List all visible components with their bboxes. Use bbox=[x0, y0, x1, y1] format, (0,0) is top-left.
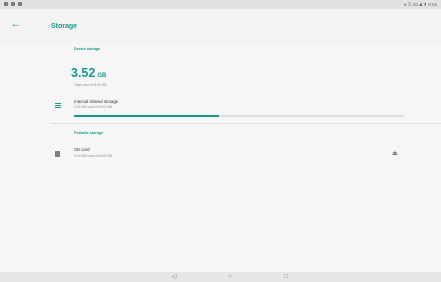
app-bar: ← Storage bbox=[0, 9, 441, 42]
sd-card-title: SD card bbox=[74, 147, 90, 152]
notification-icons bbox=[4, 2, 22, 6]
notification-icon bbox=[4, 2, 8, 6]
arrow-left-icon[interactable]: ← bbox=[9, 17, 23, 31]
portable-storage-header: Portable storage bbox=[74, 131, 104, 135]
storage-content: Device storage 3.52 GB Total used of 8.00… bbox=[0, 42, 441, 272]
notification-icon bbox=[18, 2, 22, 6]
used-storage-summary: 3.52 GB bbox=[71, 66, 106, 83]
notification-icon bbox=[11, 2, 15, 6]
status-indicators: ⚹ ⊙ 3G◢ ▮ 9:56 bbox=[403, 2, 437, 7]
storage-usage-bar bbox=[74, 115, 404, 117]
home-nav-button[interactable]: ○ bbox=[225, 272, 235, 282]
section-divider bbox=[51, 123, 441, 124]
internal-storage-subtitle: 3.52 GB used of 8.00 GB bbox=[74, 105, 112, 109]
used-value: 3.52 bbox=[71, 66, 96, 80]
storage-usage-fill bbox=[74, 115, 220, 117]
page-title: Storage bbox=[51, 23, 78, 30]
eject-icon[interactable]: ⏏ bbox=[392, 151, 398, 157]
total-used-caption: Total used of 8.00 GB bbox=[74, 83, 107, 87]
navigation-bar: ◁ ○ □ bbox=[0, 272, 441, 282]
internal-storage-title: Internal shared storage bbox=[74, 99, 119, 104]
used-unit: GB bbox=[97, 73, 107, 79]
device-storage-header: Device storage bbox=[74, 47, 101, 51]
status-bar: ⚹ ⊙ 3G◢ ▮ 9:56 bbox=[0, 0, 441, 9]
recents-nav-button[interactable]: □ bbox=[281, 272, 291, 282]
sd-card-subtitle: 3.04 GB used of 8.05 GB bbox=[74, 154, 112, 158]
sd-card-icon bbox=[55, 151, 60, 157]
back-nav-button[interactable]: ◁ bbox=[169, 272, 179, 282]
list-icon bbox=[55, 103, 61, 108]
